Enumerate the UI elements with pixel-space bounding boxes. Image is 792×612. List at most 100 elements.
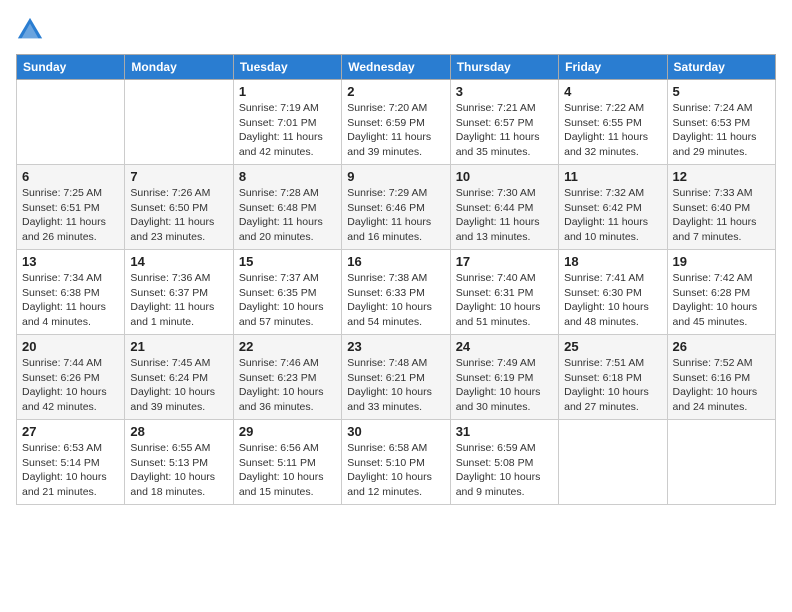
- sunrise: Sunrise: 7:25 AM: [22, 187, 102, 199]
- calendar-cell: 31 Sunrise: 6:59 AM Sunset: 5:08 PM Dayl…: [450, 420, 558, 505]
- day-info: Sunrise: 7:21 AM Sunset: 6:57 PM Dayligh…: [456, 101, 553, 160]
- sunrise: Sunrise: 7:29 AM: [347, 187, 427, 199]
- calendar-cell: 15 Sunrise: 7:37 AM Sunset: 6:35 PM Dayl…: [233, 250, 341, 335]
- sunset: Sunset: 6:48 PM: [239, 202, 317, 214]
- sunset: Sunset: 6:35 PM: [239, 287, 317, 299]
- daylight: Daylight: 10 hours and 33 minutes.: [347, 386, 432, 413]
- sunset: Sunset: 6:55 PM: [564, 117, 642, 129]
- weekday-header: Sunday: [17, 55, 125, 80]
- day-number: 11: [564, 169, 661, 184]
- daylight: Daylight: 11 hours and 42 minutes.: [239, 131, 323, 158]
- calendar-cell: 3 Sunrise: 7:21 AM Sunset: 6:57 PM Dayli…: [450, 80, 558, 165]
- calendar-cell: 30 Sunrise: 6:58 AM Sunset: 5:10 PM Dayl…: [342, 420, 450, 505]
- day-info: Sunrise: 7:49 AM Sunset: 6:19 PM Dayligh…: [456, 356, 553, 415]
- day-number: 30: [347, 424, 444, 439]
- sunrise: Sunrise: 7:51 AM: [564, 357, 644, 369]
- logo: [16, 16, 48, 44]
- day-info: Sunrise: 7:32 AM Sunset: 6:42 PM Dayligh…: [564, 186, 661, 245]
- calendar-cell: 18 Sunrise: 7:41 AM Sunset: 6:30 PM Dayl…: [559, 250, 667, 335]
- day-info: Sunrise: 6:55 AM Sunset: 5:13 PM Dayligh…: [130, 441, 227, 500]
- calendar-week-row: 20 Sunrise: 7:44 AM Sunset: 6:26 PM Dayl…: [17, 335, 776, 420]
- calendar-cell: 13 Sunrise: 7:34 AM Sunset: 6:38 PM Dayl…: [17, 250, 125, 335]
- calendar-cell: [17, 80, 125, 165]
- calendar-week-row: 6 Sunrise: 7:25 AM Sunset: 6:51 PM Dayli…: [17, 165, 776, 250]
- calendar-cell: 12 Sunrise: 7:33 AM Sunset: 6:40 PM Dayl…: [667, 165, 775, 250]
- day-number: 27: [22, 424, 119, 439]
- sunset: Sunset: 6:51 PM: [22, 202, 100, 214]
- sunset: Sunset: 6:33 PM: [347, 287, 425, 299]
- day-info: Sunrise: 7:44 AM Sunset: 6:26 PM Dayligh…: [22, 356, 119, 415]
- sunrise: Sunrise: 7:33 AM: [673, 187, 753, 199]
- day-info: Sunrise: 7:45 AM Sunset: 6:24 PM Dayligh…: [130, 356, 227, 415]
- sunset: Sunset: 7:01 PM: [239, 117, 317, 129]
- daylight: Daylight: 10 hours and 48 minutes.: [564, 301, 649, 328]
- sunrise: Sunrise: 7:21 AM: [456, 102, 536, 114]
- sunrise: Sunrise: 7:22 AM: [564, 102, 644, 114]
- day-info: Sunrise: 7:33 AM Sunset: 6:40 PM Dayligh…: [673, 186, 770, 245]
- daylight: Daylight: 11 hours and 26 minutes.: [22, 216, 106, 243]
- daylight: Daylight: 10 hours and 21 minutes.: [22, 471, 107, 498]
- calendar-cell: [125, 80, 233, 165]
- sunrise: Sunrise: 7:48 AM: [347, 357, 427, 369]
- day-info: Sunrise: 7:34 AM Sunset: 6:38 PM Dayligh…: [22, 271, 119, 330]
- day-number: 10: [456, 169, 553, 184]
- day-info: Sunrise: 7:36 AM Sunset: 6:37 PM Dayligh…: [130, 271, 227, 330]
- day-info: Sunrise: 7:52 AM Sunset: 6:16 PM Dayligh…: [673, 356, 770, 415]
- sunrise: Sunrise: 7:34 AM: [22, 272, 102, 284]
- day-info: Sunrise: 7:51 AM Sunset: 6:18 PM Dayligh…: [564, 356, 661, 415]
- daylight: Daylight: 11 hours and 10 minutes.: [564, 216, 648, 243]
- sunset: Sunset: 6:23 PM: [239, 372, 317, 384]
- daylight: Daylight: 10 hours and 9 minutes.: [456, 471, 541, 498]
- calendar-cell: 17 Sunrise: 7:40 AM Sunset: 6:31 PM Dayl…: [450, 250, 558, 335]
- sunset: Sunset: 5:13 PM: [130, 457, 208, 469]
- calendar-cell: 23 Sunrise: 7:48 AM Sunset: 6:21 PM Dayl…: [342, 335, 450, 420]
- daylight: Daylight: 10 hours and 57 minutes.: [239, 301, 324, 328]
- sunrise: Sunrise: 7:41 AM: [564, 272, 644, 284]
- daylight: Daylight: 10 hours and 51 minutes.: [456, 301, 541, 328]
- page-header: [16, 16, 776, 44]
- daylight: Daylight: 10 hours and 27 minutes.: [564, 386, 649, 413]
- daylight: Daylight: 11 hours and 1 minute.: [130, 301, 214, 328]
- day-info: Sunrise: 6:59 AM Sunset: 5:08 PM Dayligh…: [456, 441, 553, 500]
- weekday-header: Friday: [559, 55, 667, 80]
- sunrise: Sunrise: 7:30 AM: [456, 187, 536, 199]
- sunset: Sunset: 6:26 PM: [22, 372, 100, 384]
- day-info: Sunrise: 6:58 AM Sunset: 5:10 PM Dayligh…: [347, 441, 444, 500]
- calendar-cell: 20 Sunrise: 7:44 AM Sunset: 6:26 PM Dayl…: [17, 335, 125, 420]
- sunset: Sunset: 6:37 PM: [130, 287, 208, 299]
- sunset: Sunset: 6:59 PM: [347, 117, 425, 129]
- daylight: Daylight: 10 hours and 15 minutes.: [239, 471, 324, 498]
- daylight: Daylight: 11 hours and 4 minutes.: [22, 301, 106, 328]
- calendar-cell: 16 Sunrise: 7:38 AM Sunset: 6:33 PM Dayl…: [342, 250, 450, 335]
- calendar-cell: 2 Sunrise: 7:20 AM Sunset: 6:59 PM Dayli…: [342, 80, 450, 165]
- day-number: 16: [347, 254, 444, 269]
- day-number: 7: [130, 169, 227, 184]
- daylight: Daylight: 11 hours and 39 minutes.: [347, 131, 431, 158]
- daylight: Daylight: 11 hours and 32 minutes.: [564, 131, 648, 158]
- weekday-header: Tuesday: [233, 55, 341, 80]
- day-number: 21: [130, 339, 227, 354]
- daylight: Daylight: 11 hours and 7 minutes.: [673, 216, 757, 243]
- calendar-cell: 22 Sunrise: 7:46 AM Sunset: 6:23 PM Dayl…: [233, 335, 341, 420]
- sunset: Sunset: 6:24 PM: [130, 372, 208, 384]
- day-number: 12: [673, 169, 770, 184]
- day-number: 2: [347, 84, 444, 99]
- daylight: Daylight: 11 hours and 35 minutes.: [456, 131, 540, 158]
- weekday-header-row: SundayMondayTuesdayWednesdayThursdayFrid…: [17, 55, 776, 80]
- sunrise: Sunrise: 7:37 AM: [239, 272, 319, 284]
- sunset: Sunset: 6:30 PM: [564, 287, 642, 299]
- weekday-header: Monday: [125, 55, 233, 80]
- day-number: 17: [456, 254, 553, 269]
- sunset: Sunset: 6:18 PM: [564, 372, 642, 384]
- sunrise: Sunrise: 7:52 AM: [673, 357, 753, 369]
- sunset: Sunset: 6:21 PM: [347, 372, 425, 384]
- daylight: Daylight: 10 hours and 36 minutes.: [239, 386, 324, 413]
- daylight: Daylight: 10 hours and 39 minutes.: [130, 386, 215, 413]
- daylight: Daylight: 10 hours and 12 minutes.: [347, 471, 432, 498]
- day-info: Sunrise: 7:38 AM Sunset: 6:33 PM Dayligh…: [347, 271, 444, 330]
- day-info: Sunrise: 7:24 AM Sunset: 6:53 PM Dayligh…: [673, 101, 770, 160]
- day-number: 23: [347, 339, 444, 354]
- day-number: 25: [564, 339, 661, 354]
- daylight: Daylight: 10 hours and 42 minutes.: [22, 386, 107, 413]
- day-number: 22: [239, 339, 336, 354]
